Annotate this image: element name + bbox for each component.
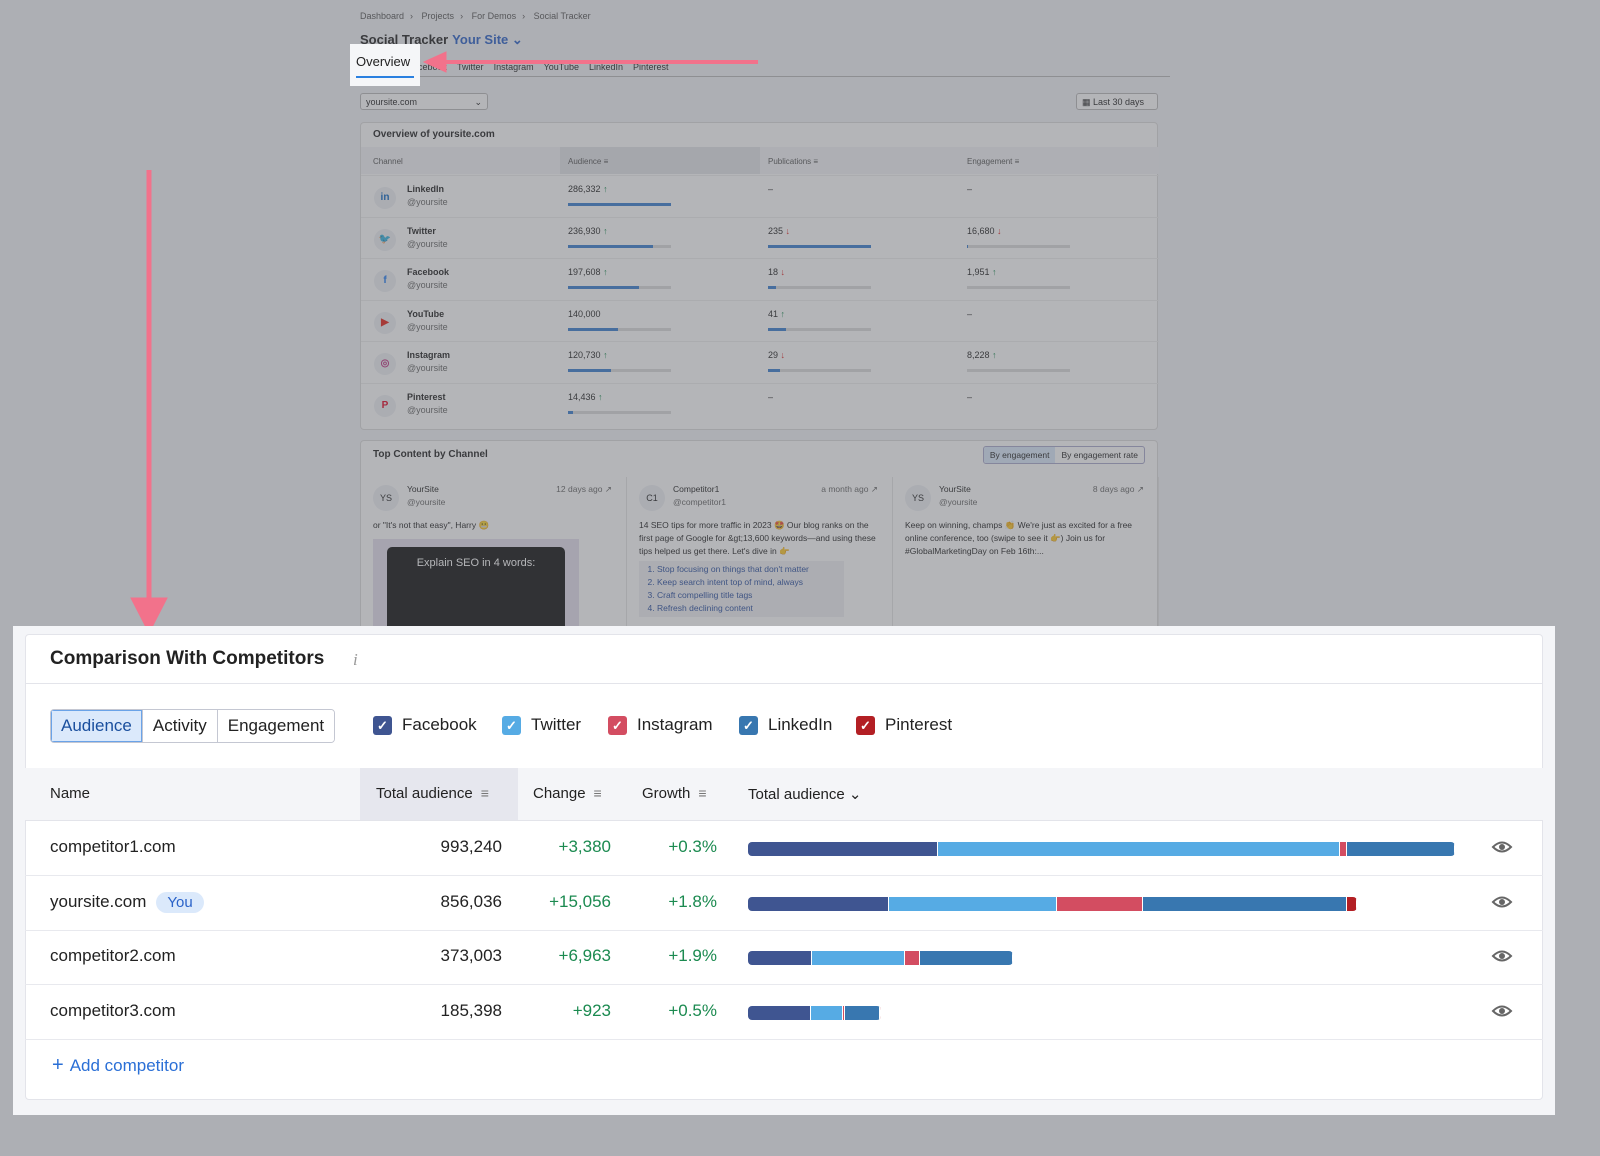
checkbox-linkedin[interactable]: ✓ LinkedIn	[739, 715, 832, 735]
col-total-audience-bar[interactable]: Total audience ⌄	[748, 785, 862, 803]
sort-icon: ≡	[698, 785, 707, 801]
sort-icon: ≡	[480, 785, 489, 801]
change: +3,380	[558, 837, 611, 856]
bar-segment-facebook	[748, 1006, 811, 1021]
change: +6,963	[558, 946, 611, 966]
table-row[interactable]: competitor2.com 373,003 +6,963 +1.9%	[25, 930, 1543, 986]
comparison-table-header: Name Total audience ≡ Change ≡ Growth ≡ Tot…	[25, 768, 1543, 821]
competitor-name[interactable]: yoursite.com You	[50, 891, 204, 913]
col-change[interactable]: Change ≡	[533, 785, 602, 802]
audience-stacked-bar	[748, 842, 1455, 856]
eye-icon[interactable]	[1491, 836, 1513, 858]
checkbox-facebook[interactable]: ✓ Facebook	[373, 715, 477, 735]
tab-activity[interactable]: Activity	[142, 710, 218, 742]
bar-segment-facebook	[748, 842, 939, 856]
plus-icon: +	[52, 1054, 64, 1076]
eye-icon[interactable]	[1491, 891, 1513, 913]
growth: +0.3%	[668, 837, 717, 856]
bar-segment-facebook	[748, 896, 889, 911]
col-total-audience[interactable]: Total audience ≡	[360, 768, 518, 820]
total-audience: 185,398	[440, 1001, 502, 1021]
bar-segment-twitter	[888, 896, 1058, 911]
audience-stacked-bar	[748, 896, 1358, 911]
add-competitor-button[interactable]: + Add competitor	[52, 1054, 184, 1077]
bar-segment-linkedin	[1347, 842, 1455, 856]
check-icon: ✓	[608, 715, 627, 735]
comparison-title: Comparison With Competitors	[50, 648, 325, 669]
checkbox-twitter[interactable]: ✓ Twitter	[502, 715, 581, 735]
eye-icon[interactable]	[1491, 1000, 1513, 1022]
bar-segment-facebook	[748, 951, 813, 966]
arrow-left-icon	[422, 51, 758, 73]
table-row[interactable]: competitor1.com 993,240 +3,380 +0.3%	[25, 821, 1543, 876]
checkbox-instagram[interactable]: ✓ Instagram	[608, 715, 713, 735]
info-icon[interactable]: i	[353, 650, 358, 670]
competitor-name[interactable]: competitor1.com	[50, 837, 176, 857]
bar-segment-pinterest	[879, 1006, 881, 1021]
you-badge: You	[156, 891, 204, 913]
change: +923	[572, 1001, 611, 1021]
bar-segment-instagram	[905, 951, 921, 966]
check-icon: ✓	[739, 715, 758, 735]
check-icon: ✓	[373, 715, 392, 735]
total-audience: 373,003	[440, 946, 502, 966]
metric-tabs: Audience Activity Engagement	[50, 709, 336, 743]
sort-icon: ≡	[593, 785, 602, 801]
arrow-down-icon	[130, 170, 168, 635]
chevron-down-icon: ⌄	[848, 786, 862, 803]
bar-segment-linkedin	[920, 951, 1014, 966]
growth: +0.5%	[668, 1001, 717, 1021]
bar-segment-linkedin	[1143, 896, 1348, 911]
competitor-name[interactable]: competitor3.com	[50, 1001, 176, 1021]
bar-segment-twitter	[812, 951, 906, 966]
tab-audience[interactable]: Audience	[51, 710, 143, 742]
col-name: Name	[50, 785, 91, 802]
competitor-name[interactable]: competitor2.com	[50, 946, 176, 966]
col-growth[interactable]: Growth ≡	[642, 785, 707, 802]
bar-segment-twitter	[810, 1006, 844, 1021]
bar-segment-instagram	[1057, 896, 1144, 911]
bar-segment-linkedin	[844, 1006, 880, 1021]
eye-icon[interactable]	[1491, 945, 1513, 967]
audience-stacked-bar	[748, 951, 1014, 966]
check-icon: ✓	[502, 715, 521, 735]
check-icon: ✓	[856, 715, 875, 735]
bar-segment-twitter	[938, 842, 1341, 856]
change: +15,056	[549, 891, 611, 911]
growth: +1.9%	[668, 946, 717, 966]
divider	[25, 683, 1543, 684]
bar-segment-pinterest	[1347, 896, 1358, 911]
total-audience: 856,036	[440, 891, 502, 911]
total-audience: 993,240	[440, 837, 502, 856]
bar-segment-instagram	[1340, 842, 1348, 856]
table-row[interactable]: competitor3.com 185,398 +923 +0.5%	[25, 985, 1543, 1041]
tab-engagement[interactable]: Engagement	[217, 710, 335, 742]
growth: +1.8%	[668, 891, 717, 911]
audience-stacked-bar	[748, 1006, 881, 1021]
table-row[interactable]: yoursite.com You 856,036 +15,056 +1.8%	[25, 876, 1543, 931]
checkbox-pinterest[interactable]: ✓ Pinterest	[856, 715, 952, 735]
